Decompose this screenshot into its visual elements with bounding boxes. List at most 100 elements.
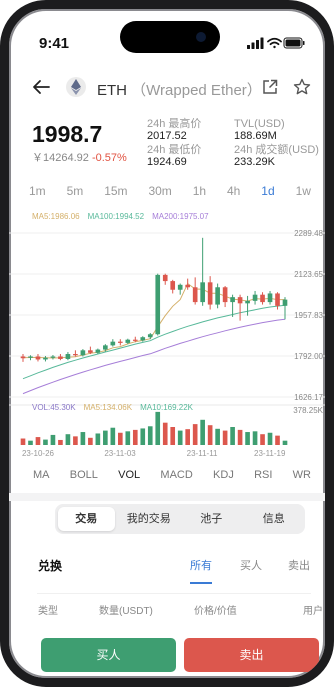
- candle-body: [117, 341, 123, 343]
- volume-legend-item: VOL:45.30K: [32, 403, 76, 412]
- x-tick-label: 23-11-19: [254, 449, 286, 458]
- price-subline: ￥14264.92 -0.57%: [32, 149, 127, 165]
- share-icon[interactable]: [262, 79, 278, 95]
- indicator-tab-wr[interactable]: WR: [293, 469, 311, 485]
- pair-symbol: ETH: [97, 82, 127, 99]
- y-tick-label: 2123.65: [294, 270, 323, 279]
- volume-bar: [282, 440, 288, 445]
- camera-icon: [196, 32, 206, 42]
- volume-bar: [267, 432, 273, 445]
- indicator-tab-vol[interactable]: VOL: [118, 469, 140, 485]
- candle-body: [207, 282, 213, 305]
- stat-24h-high: 24h 最高价 2017.52: [147, 118, 201, 142]
- volume-bar: [237, 429, 243, 445]
- volume-bar: [73, 436, 78, 445]
- x-tick-label: 23-11-11: [186, 449, 218, 458]
- volume-bar: [20, 438, 26, 445]
- candle-body: [132, 339, 138, 341]
- y-tick-label: 1792.00: [294, 352, 323, 361]
- candle-body: [245, 300, 250, 304]
- candle-body: [103, 345, 108, 350]
- volume-bar: [200, 419, 205, 445]
- candle-body: [177, 284, 183, 290]
- indicator-tab-macd[interactable]: MACD: [160, 469, 192, 485]
- buy-button[interactable]: 买人: [41, 638, 176, 672]
- ma-legend-item: MA100:1994.52: [87, 212, 145, 221]
- y-tick-label: 1626.17: [294, 393, 323, 402]
- swap-tab-all[interactable]: 所有: [190, 557, 212, 573]
- candle-body: [170, 281, 176, 290]
- segment-tab[interactable]: 信息: [246, 507, 303, 531]
- volume-bar: [275, 435, 280, 445]
- candle-body: [88, 350, 93, 353]
- volume-bar: [28, 440, 33, 445]
- swap-tab-sell[interactable]: 卖出: [288, 557, 310, 573]
- volume-bar: [58, 439, 63, 445]
- stat-value: 188.69M: [234, 130, 277, 142]
- phone-frame: 9:41 ETH （Wrapped Ether） 1998.7 ￥14264.9…: [0, 0, 334, 687]
- volume-bar: [215, 428, 220, 445]
- interval-tab-1d[interactable]: 1d: [261, 184, 274, 200]
- interval-tab-5m[interactable]: 5m: [67, 184, 84, 200]
- stat-value: 233.29K: [234, 156, 275, 168]
- interval-tab-4h[interactable]: 4h: [227, 184, 240, 200]
- ma-legend-item: MA200:1975.07: [152, 212, 209, 221]
- signal-icon: [247, 37, 264, 49]
- candle-body: [50, 356, 56, 358]
- swap-tab-buy[interactable]: 买人: [240, 557, 262, 573]
- swap-tab-indicator: [190, 582, 212, 584]
- candle-body: [20, 356, 26, 359]
- back-arrow-icon[interactable]: [32, 79, 50, 95]
- column-header-user: 用户: [303, 606, 323, 617]
- segment-tab[interactable]: 交易: [58, 507, 115, 531]
- ma-line-ma100: [22, 304, 286, 380]
- volume-bar: [103, 430, 108, 445]
- stat-value: 1924.69: [147, 156, 187, 168]
- volume-bar: [140, 428, 146, 445]
- interval-tab-1m[interactable]: 1m: [29, 184, 46, 200]
- candle-body: [65, 354, 71, 359]
- indicator-tab-ma[interactable]: MA: [33, 469, 50, 485]
- segment-tab[interactable]: 池子: [183, 507, 240, 531]
- volume-bar: [147, 426, 153, 445]
- interval-tab-1h[interactable]: 1h: [193, 184, 206, 200]
- section-divider: [9, 493, 325, 501]
- candle-body: [95, 349, 101, 353]
- candle-body: [260, 294, 265, 303]
- interval-tab-30m[interactable]: 30m: [148, 184, 171, 200]
- sell-button[interactable]: 卖出: [184, 638, 319, 672]
- volume-bar: [222, 430, 228, 445]
- interval-tab-15m[interactable]: 15m: [104, 184, 127, 200]
- volume-bar: [65, 434, 71, 445]
- indicator-tab-boll[interactable]: BOLL: [70, 469, 98, 485]
- volume-bar: [245, 432, 250, 445]
- candle-body: [125, 339, 131, 343]
- indicator-tab-kdj[interactable]: KDJ: [213, 469, 234, 485]
- price-change: -0.57%: [91, 152, 127, 164]
- candle-body: [282, 299, 288, 306]
- candle-body: [237, 297, 243, 304]
- favorite-star-icon[interactable]: [293, 78, 311, 96]
- interval-tabs: 1m 5m 15m 30m 1h 4h 1d 1w: [29, 184, 311, 200]
- stat-label: 24h 最高价: [147, 118, 202, 130]
- candle-body: [215, 287, 220, 305]
- stat-label: 24h 最低价: [147, 144, 202, 156]
- volume-bar: [95, 433, 101, 445]
- ma-line-ma5: [22, 282, 285, 359]
- candle-body: [28, 356, 33, 358]
- date-axis: 23-10-26 23-11-03 23-11-11 23-11-19: [9, 449, 325, 461]
- table-header-divider: [37, 593, 311, 594]
- indicator-tab-rsi[interactable]: RSI: [254, 469, 272, 485]
- segment-tab[interactable]: 我的交易: [121, 507, 178, 531]
- candle-body: [275, 293, 280, 306]
- candlestick-chart[interactable]: 2289.48 2123.65 1957.83 1792.00 1626.17 378.2…: [9, 223, 325, 449]
- volume-bar: [80, 432, 86, 445]
- candle-body: [73, 354, 78, 356]
- volume-bar: [35, 437, 41, 445]
- candle-body: [43, 357, 48, 360]
- column-header-type: 类型: [38, 606, 58, 617]
- interval-tab-1w[interactable]: 1w: [296, 184, 311, 200]
- stat-label: 24h 成交额(USD): [234, 144, 319, 156]
- x-tick-label: 23-10-26: [21, 449, 54, 458]
- stat-label: TVL(USD): [234, 118, 285, 130]
